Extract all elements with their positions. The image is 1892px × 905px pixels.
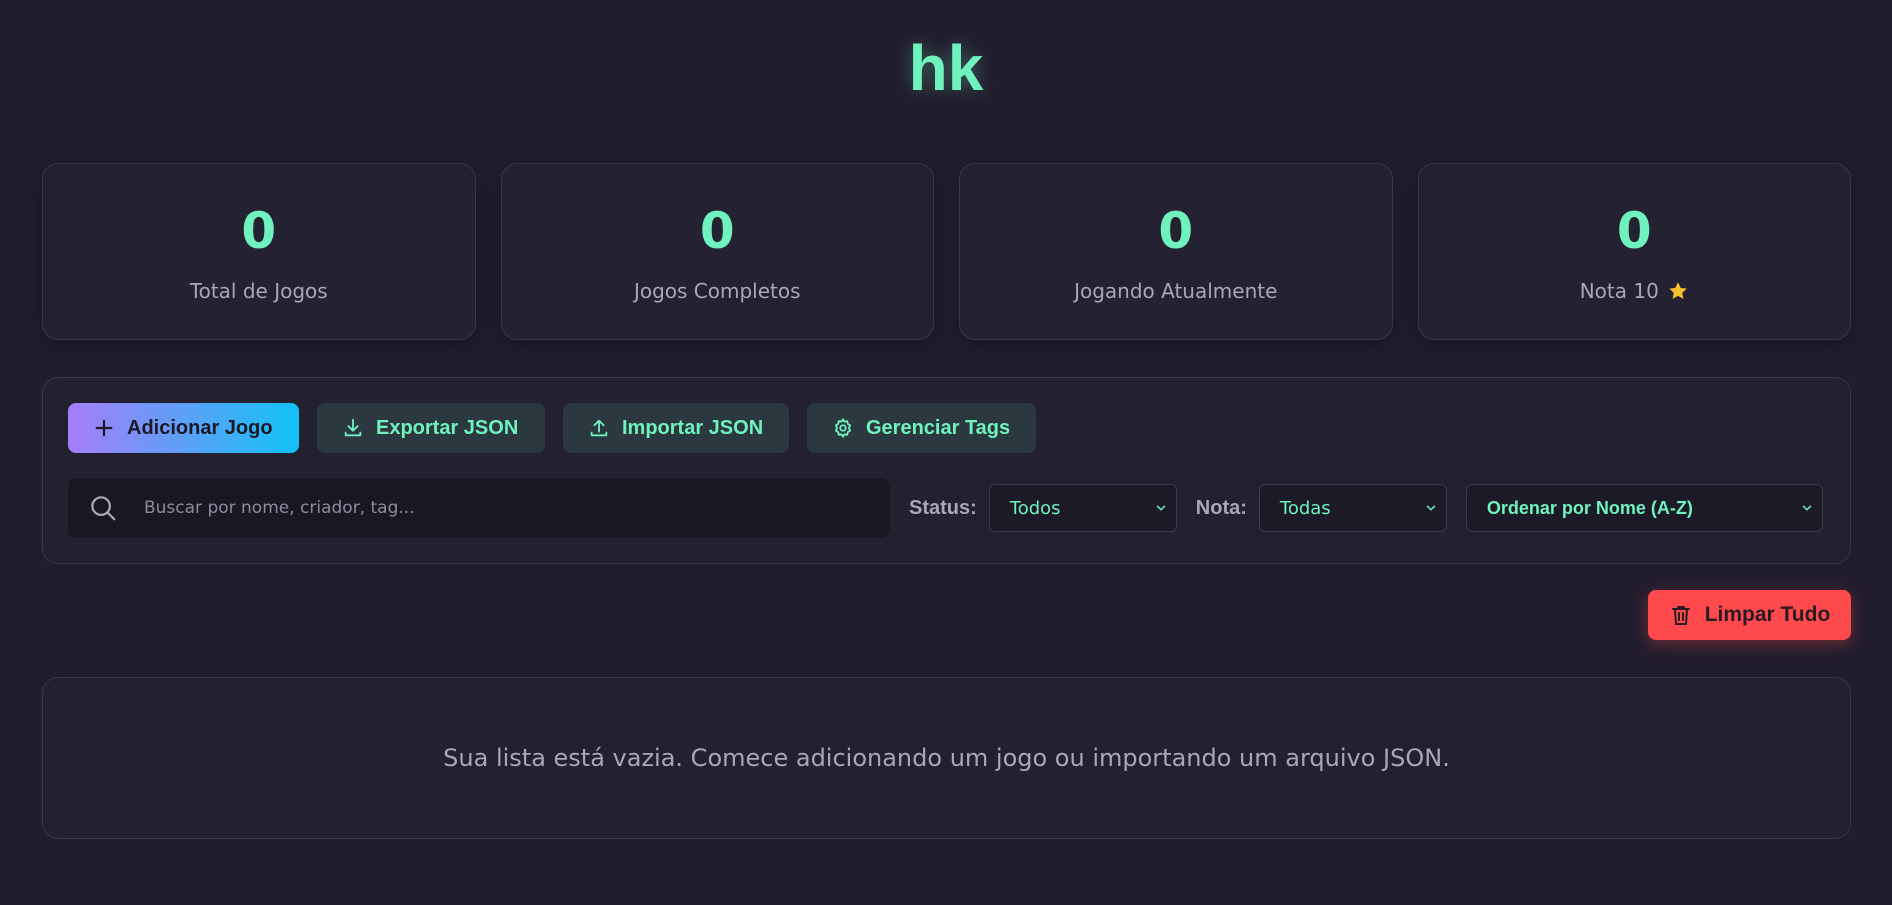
export-json-button[interactable]: Exportar JSON	[317, 403, 545, 453]
stat-value: 0	[241, 201, 277, 260]
stat-value: 0	[1158, 201, 1194, 260]
stat-label: Jogando Atualmente	[1074, 279, 1277, 303]
chevron-down-icon	[1426, 505, 1436, 511]
status-filter-label: Status:	[909, 496, 977, 519]
status-select-value: Todos	[1009, 497, 1061, 519]
trash-icon	[1671, 606, 1690, 625]
stat-card-total: 0 Total de Jogos	[42, 163, 476, 340]
clear-all-button[interactable]: Limpar Tudo	[1648, 590, 1851, 640]
stat-label: Nota 10	[1580, 279, 1689, 303]
stat-card-playing: 0 Jogando Atualmente	[959, 163, 1393, 340]
stat-label-text: Nota 10	[1579, 278, 1659, 303]
stat-card-rating-10: 0 Nota 10	[1417, 163, 1851, 340]
chevron-down-icon	[1802, 505, 1812, 511]
sort-select[interactable]: Ordenar por Nome (A-Z)	[1465, 484, 1823, 532]
chevron-down-icon	[1156, 505, 1166, 511]
manage-tags-label: Gerenciar Tags	[866, 416, 1011, 439]
stat-label-text: Total de Jogos	[189, 278, 328, 303]
filter-row: Status: Todos Nota: Todas Ordenar por No…	[68, 478, 1825, 538]
search-icon	[91, 496, 116, 521]
stat-value: 0	[1616, 201, 1652, 260]
manage-tags-button[interactable]: Gerenciar Tags	[807, 403, 1036, 453]
page-title: hk	[908, 32, 984, 104]
stat-card-completed: 0 Jogos Completos	[500, 163, 934, 340]
download-icon	[344, 418, 362, 437]
export-json-label: Exportar JSON	[376, 416, 519, 439]
stat-value: 0	[699, 201, 735, 260]
rating-select[interactable]: Todas	[1258, 484, 1447, 532]
stat-label: Jogos Completos	[634, 279, 801, 303]
controls-panel: Adicionar Jogo Exportar JSON Importar JS…	[42, 377, 1851, 564]
rating-filter-label: Nota:	[1195, 496, 1247, 519]
empty-list-message: Sua lista está vazia. Comece adicionando…	[443, 744, 1450, 772]
status-select[interactable]: Todos	[988, 484, 1177, 532]
add-game-label: Adicionar Jogo	[127, 416, 273, 439]
stats-row: 0 Total de Jogos 0 Jogos Completos 0 Jog…	[42, 163, 1851, 340]
import-json-button[interactable]: Importar JSON	[563, 403, 789, 453]
search-box[interactable]	[68, 478, 890, 538]
stat-label-text: Jogando Atualmente	[1074, 278, 1278, 303]
sort-select-value: Ordenar por Nome (A-Z)	[1486, 497, 1693, 518]
clear-all-label: Limpar Tudo	[1704, 603, 1831, 626]
game-list-empty-state: Sua lista está vazia. Comece adicionando…	[42, 677, 1851, 839]
star-icon	[1667, 280, 1689, 302]
gear-icon	[834, 418, 852, 438]
plus-icon	[95, 419, 113, 437]
page: hk 0 Total de Jogos 0 Jogos Completos 0 …	[0, 0, 1892, 905]
rating-select-value: Todas	[1279, 497, 1331, 519]
import-json-label: Importar JSON	[622, 416, 764, 439]
action-buttons: Adicionar Jogo Exportar JSON Importar JS…	[68, 403, 1036, 453]
stat-label: Total de Jogos	[190, 279, 328, 303]
add-game-button[interactable]: Adicionar Jogo	[68, 403, 299, 453]
stat-label-text: Jogos Completos	[633, 278, 801, 303]
search-input[interactable]	[142, 497, 890, 519]
upload-icon	[590, 419, 608, 437]
